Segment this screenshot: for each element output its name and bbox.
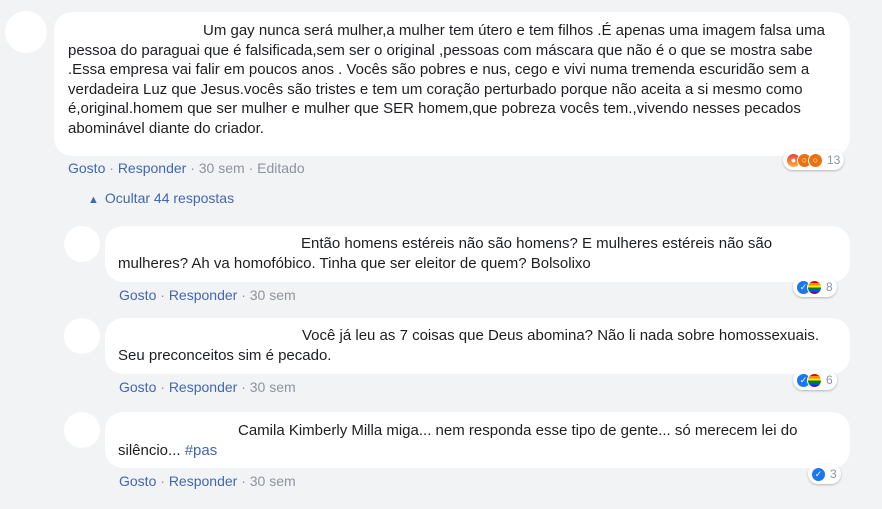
like-button[interactable]: Gosto bbox=[119, 473, 156, 489]
wow-icon: ○ bbox=[808, 152, 823, 168]
reply-button[interactable]: Responder bbox=[169, 473, 238, 489]
pride-icon bbox=[807, 279, 822, 295]
like-button[interactable]: Gosto bbox=[68, 160, 105, 176]
reaction-summary[interactable]: ✓ 6 bbox=[793, 370, 837, 390]
avatar[interactable] bbox=[64, 226, 100, 262]
reply-time[interactable]: 30 sem bbox=[250, 473, 296, 489]
like-icon: ✓ bbox=[811, 466, 826, 482]
reply-time[interactable]: 30 sem bbox=[250, 287, 296, 303]
reaction-count: 3 bbox=[830, 467, 837, 481]
comment-actions: Gosto · Responder · 30 sem · Editado bbox=[68, 160, 305, 176]
reply-text: Você já leu as 7 coisas que Deus abomina… bbox=[118, 327, 819, 364]
comment-text: Um gay nunca será mulher,a mulher tem út… bbox=[68, 22, 825, 137]
reply-bubble: Então homens estéreis não são homens? E … bbox=[105, 226, 850, 282]
hashtag-link[interactable]: #pas bbox=[185, 442, 218, 459]
avatar[interactable] bbox=[64, 318, 100, 354]
reaction-summary[interactable]: ● ○ ○ 13 bbox=[783, 150, 845, 170]
avatar[interactable] bbox=[5, 11, 47, 53]
reply-actions: Gosto · Responder · 30 sem bbox=[119, 379, 296, 395]
chevron-up-icon: ▲ bbox=[88, 194, 99, 206]
reaction-summary[interactable]: ✓ 8 bbox=[793, 277, 837, 297]
edited-label[interactable]: Editado bbox=[257, 160, 304, 176]
reply-button[interactable]: Responder bbox=[169, 379, 238, 395]
like-button[interactable]: Gosto bbox=[119, 379, 156, 395]
reply-text: Então homens estéreis não são homens? E … bbox=[118, 235, 773, 272]
comment-bubble: Um gay nunca será mulher,a mulher tem út… bbox=[54, 12, 850, 156]
reply-bubble: Você já leu as 7 coisas que Deus abomina… bbox=[105, 318, 850, 374]
reply-time[interactable]: 30 sem bbox=[250, 379, 296, 395]
hide-replies-label: Ocultar 44 respostas bbox=[104, 190, 235, 206]
reply-text: Camila Kimberly Milla miga... nem respon… bbox=[118, 422, 798, 459]
reaction-count: 8 bbox=[826, 280, 833, 294]
pride-icon bbox=[807, 372, 822, 388]
reply-actions: Gosto · Responder · 30 sem bbox=[119, 473, 296, 489]
like-button[interactable]: Gosto bbox=[119, 287, 156, 303]
reply-actions: Gosto · Responder · 30 sem bbox=[119, 287, 296, 303]
reaction-count: 13 bbox=[827, 153, 841, 167]
reply-button[interactable]: Responder bbox=[169, 287, 238, 303]
reply-button[interactable]: Responder bbox=[118, 160, 187, 176]
reply-bubble: Camila Kimberly Milla miga... nem respon… bbox=[105, 412, 850, 468]
comment-time[interactable]: 30 sem bbox=[199, 160, 245, 176]
avatar[interactable] bbox=[64, 412, 100, 448]
reaction-summary[interactable]: ✓ 3 bbox=[808, 464, 841, 484]
hide-replies-button[interactable]: ▲ Ocultar 44 respostas bbox=[88, 190, 234, 206]
reaction-count: 6 bbox=[826, 373, 833, 387]
